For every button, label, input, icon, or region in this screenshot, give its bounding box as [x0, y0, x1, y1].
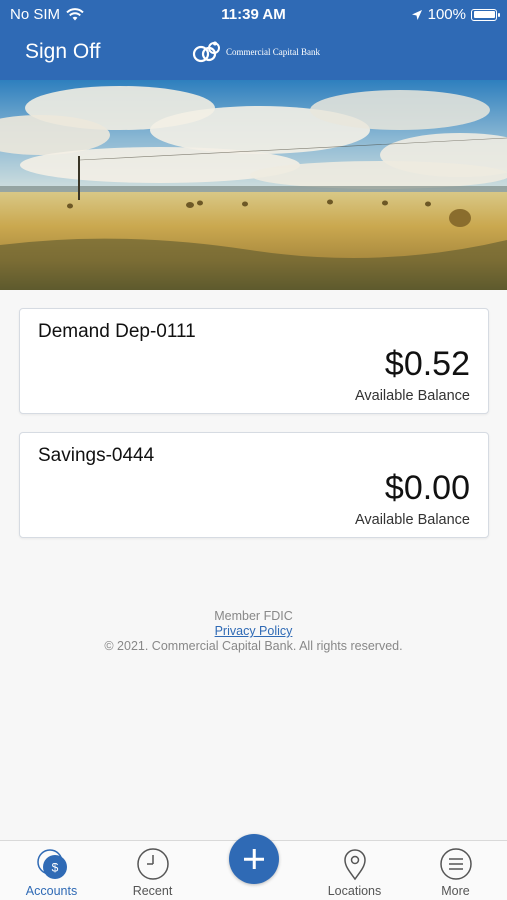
account-balance: $0.00 [384, 469, 470, 507]
tab-locations-label: Locations [327, 884, 382, 898]
location-pin-icon [344, 849, 366, 881]
accounts-icon: $ [37, 849, 67, 879]
tab-recent[interactable]: Recent [102, 841, 203, 900]
clock-icon [137, 848, 169, 880]
tab-more-label: More [441, 884, 470, 898]
bank-logo-mark [192, 41, 220, 63]
sign-off-button[interactable]: Sign Off [25, 40, 101, 64]
tab-accounts[interactable]: $ Accounts [1, 841, 102, 900]
battery-label: 100% [427, 6, 466, 23]
account-card[interactable]: Demand Dep-0111 $0.52 Available Balance [19, 308, 489, 414]
svg-text:$: $ [52, 861, 59, 875]
tab-more[interactable]: More [405, 841, 506, 900]
tab-recent-label: Recent [132, 884, 173, 898]
balance-label: Available Balance [354, 388, 470, 404]
tab-accounts-label: Accounts [25, 884, 78, 898]
privacy-policy-link[interactable]: Privacy Policy [215, 624, 293, 638]
account-name: Demand Dep-0111 [38, 321, 196, 342]
battery-icon [471, 8, 500, 21]
copyright-text: © 2021. Commercial Capital Bank. All rig… [104, 639, 403, 653]
account-name: Savings-0444 [38, 445, 155, 466]
balance-label: Available Balance [354, 512, 470, 528]
menu-icon [440, 848, 472, 880]
landscape-illustration [0, 80, 507, 290]
app-header: No SIM 11:39 AM 100% Sign Off Commercial… [0, 0, 507, 80]
tab-locations[interactable]: Locations [304, 841, 405, 900]
location-arrow-icon [411, 9, 422, 20]
account-card[interactable]: Savings-0444 $0.00 Available Balance [19, 432, 489, 538]
status-bar: No SIM 11:39 AM 100% [0, 0, 507, 28]
member-fdic-text: Member FDIC [214, 609, 293, 623]
add-action-button[interactable] [229, 834, 279, 884]
status-right: 100% [411, 6, 500, 23]
bank-name: Commercial Capital Bank [226, 47, 320, 57]
bank-logo: Commercial Capital Bank [192, 40, 320, 64]
privacy-policy-row: Privacy Policy [0, 624, 507, 638]
account-balance: $0.52 [384, 345, 470, 383]
hero-landscape-image [0, 80, 507, 290]
